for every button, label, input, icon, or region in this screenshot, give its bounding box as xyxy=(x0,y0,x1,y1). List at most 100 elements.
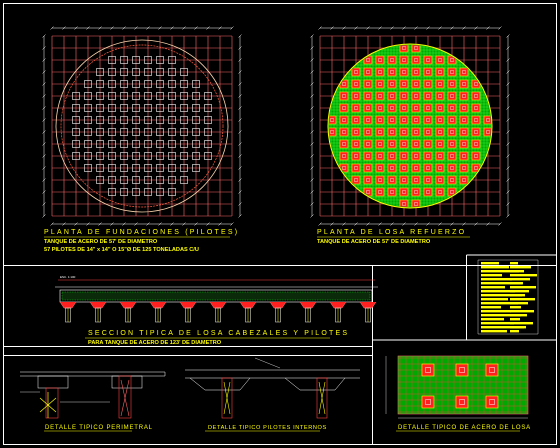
legend-bar xyxy=(481,298,508,301)
legend-bar xyxy=(481,286,505,289)
pile-cap xyxy=(459,175,469,185)
pile-cap xyxy=(447,67,457,77)
legend-panel xyxy=(477,259,539,335)
pile-cap xyxy=(375,163,385,173)
detail-pile-cap xyxy=(485,363,499,377)
pile-cap xyxy=(459,103,469,113)
foundation-plan-subtitle: TANQUE DE ACERO DE 57' DE DIAMETRO xyxy=(44,239,158,245)
pile-cap xyxy=(351,115,361,125)
pile-cap xyxy=(459,127,469,137)
pile-cap xyxy=(375,187,385,197)
legend-bar xyxy=(510,270,524,273)
pile-cap xyxy=(471,127,481,137)
pile-cap xyxy=(435,103,445,113)
pile-cap xyxy=(459,163,469,173)
pile-cap xyxy=(363,79,373,89)
legend-bar xyxy=(481,330,507,333)
pile-cap xyxy=(459,91,469,101)
foundation-plan-title: PLANTA DE FUNDACIONES (PILOTES) xyxy=(44,229,239,236)
detail-interior: DETALLE TIPICO PILOTES INTERNOS xyxy=(185,357,360,432)
pile-cap xyxy=(375,91,385,101)
pile-cap xyxy=(387,151,397,161)
pile-cap xyxy=(459,79,469,89)
pile-cap xyxy=(447,127,457,137)
detail-interior-title: DETALLE TIPICO PILOTES INTERNOS xyxy=(208,425,327,431)
section-pile-cap xyxy=(209,301,227,309)
legend-bar xyxy=(510,282,523,285)
pile-cap xyxy=(471,103,481,113)
section-pile-cap xyxy=(179,301,197,309)
legend-bar xyxy=(510,266,531,269)
legend-bar xyxy=(510,298,535,301)
legend-bar xyxy=(510,310,534,313)
dimension-lines xyxy=(42,26,242,226)
pile-cap xyxy=(447,103,457,113)
pile-cap xyxy=(423,67,433,77)
pile-cap xyxy=(423,103,433,113)
pile-cap xyxy=(387,175,397,185)
section-pile-cap xyxy=(299,301,317,309)
pile-cap xyxy=(375,175,385,185)
pile-cap xyxy=(399,163,409,173)
detail-steel-title: DETALLE TIPICO DE ACERO DE LOSA xyxy=(398,425,531,431)
section-pile-cap xyxy=(149,301,167,309)
pile-cap xyxy=(411,139,421,149)
ring-beam xyxy=(60,44,224,208)
pile-cap xyxy=(411,187,421,197)
pile-cap xyxy=(471,139,481,149)
pile-cap xyxy=(351,103,361,113)
legend-bar xyxy=(481,274,502,277)
pile-cap xyxy=(423,139,433,149)
pile-cap xyxy=(351,175,361,185)
legend-bar xyxy=(510,262,518,265)
detail-pile-cap xyxy=(421,363,435,377)
pile-cap xyxy=(423,151,433,161)
section-pile-cap xyxy=(89,301,107,309)
pile-cap xyxy=(471,115,481,125)
pile-cap xyxy=(459,151,469,161)
pile-cap xyxy=(387,79,397,89)
pile-cap xyxy=(339,103,349,113)
legend-bar xyxy=(510,302,528,305)
pile-cap xyxy=(351,139,361,149)
pile-cap xyxy=(435,79,445,89)
pile-cap xyxy=(375,79,385,89)
pile-cap xyxy=(411,91,421,101)
legend-bar xyxy=(510,278,530,281)
pile-cap xyxy=(351,127,361,137)
pile-cap xyxy=(339,115,349,125)
legend-bar xyxy=(510,326,526,329)
legend-bar xyxy=(510,330,519,333)
pile-cap xyxy=(399,187,409,197)
pile-cap xyxy=(423,79,433,89)
pile-cap xyxy=(399,91,409,101)
pile-cap xyxy=(375,139,385,149)
pile-cap xyxy=(447,151,457,161)
section-title: SECCION TIPICA DE LOSA CABEZALES Y PILOT… xyxy=(88,330,349,337)
pile-cap xyxy=(411,55,421,65)
pile-cap xyxy=(411,67,421,77)
legend-bar xyxy=(510,294,522,297)
foundation-grid xyxy=(51,35,233,217)
pile-cap xyxy=(423,91,433,101)
pile-cap xyxy=(435,115,445,125)
pile-cap xyxy=(411,79,421,89)
detail-pile-cap xyxy=(485,395,499,409)
pile-cap xyxy=(363,67,373,77)
pile-cap xyxy=(399,79,409,89)
pile-cap xyxy=(435,175,445,185)
legend-bar xyxy=(481,278,512,281)
legend-bar xyxy=(510,290,529,293)
foundation-plan: PLANTA DE FUNDACIONES (PILOTES) TANQUE D… xyxy=(42,26,242,253)
legend-bar xyxy=(481,318,504,321)
pile-cap xyxy=(399,151,409,161)
pile-cap xyxy=(447,91,457,101)
section-pile-cap xyxy=(359,301,377,309)
pile-cap xyxy=(375,67,385,77)
pile-cap xyxy=(447,79,457,89)
pile-cap xyxy=(411,127,421,137)
pile-cap xyxy=(423,115,433,125)
tank-outline xyxy=(55,39,229,213)
pile-cap xyxy=(435,91,445,101)
pile-cap xyxy=(375,127,385,137)
